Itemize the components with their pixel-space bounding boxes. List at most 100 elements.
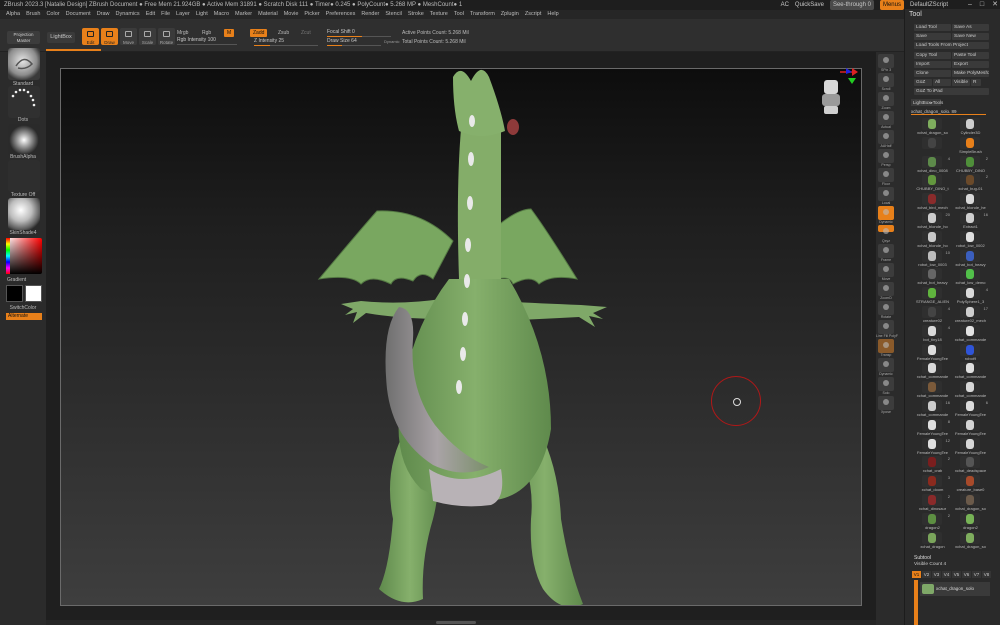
focal-shift-slider[interactable]: Focal Shift 0 <box>327 28 391 37</box>
tool-thumbnail[interactable]: xchat_commande <box>952 362 989 380</box>
tool-thumbnail[interactable]: Cylinder3D <box>952 118 989 136</box>
tool-thumbnail[interactable]: xchat_bird_mech <box>914 193 951 211</box>
dynamic-toggle[interactable]: Dynamic <box>384 39 400 44</box>
load-tools-from-project-button[interactable]: Load Tools From Project <box>914 42 989 50</box>
rgb-intensity-slider[interactable]: Rgb Intensity 100 <box>177 36 237 45</box>
menu-item-preferences[interactable]: Preferences <box>326 10 356 19</box>
menu-item-texture[interactable]: Texture <box>430 10 448 19</box>
tool-thumbnail[interactable]: xchat_blonde_ho <box>914 230 951 249</box>
actual-button[interactable] <box>878 111 894 125</box>
copy-tool-button[interactable]: Copy Tool <box>914 51 951 59</box>
tool-thumbnail[interactable]: robot9 <box>952 343 989 362</box>
menus-button[interactable]: Menus <box>879 0 904 10</box>
tool-thumbnail[interactable]: xchat_dinosaur 2 <box>914 494 951 512</box>
clone-button[interactable]: Clone <box>914 70 951 77</box>
tool-thumbnail[interactable]: xchat_dragon_so <box>914 118 951 136</box>
polyframe-button[interactable] <box>878 320 894 334</box>
switch-color-button[interactable]: SwitchColor <box>0 305 46 311</box>
paste-tool-button[interactable]: Paste Tool <box>952 51 989 59</box>
menu-item-brush[interactable]: Brush <box>26 10 40 19</box>
secondary-color-swatch[interactable] <box>6 285 23 302</box>
menu-item-stencil[interactable]: Stencil <box>385 10 402 19</box>
visible-button[interactable]: Visible <box>952 79 970 87</box>
dragon-model[interactable] <box>61 69 862 606</box>
visibility-set-v4[interactable]: V4 <box>942 571 951 578</box>
tool-thumbnail[interactable]: FemaleYoungTee 12 <box>914 437 951 456</box>
menu-item-layer[interactable]: Layer <box>176 10 190 19</box>
tool-thumbnail[interactable]: xchat_commande 16 <box>914 400 951 418</box>
all-button[interactable]: All <box>933 79 951 87</box>
menu-item-render[interactable]: Render <box>361 10 379 19</box>
tool-thumbnail[interactable] <box>914 136 951 155</box>
floor-button[interactable] <box>878 168 894 182</box>
stroke-thumbnail[interactable] <box>8 86 40 118</box>
subtool-scrollbar[interactable] <box>914 580 918 625</box>
menu-item-zscript[interactable]: Zscript <box>525 10 542 19</box>
tool-thumbnail[interactable]: robot_low_0003 10 <box>914 249 951 268</box>
zoomd-button[interactable] <box>878 282 894 296</box>
visibility-set-v5[interactable]: V5 <box>952 571 961 578</box>
visibility-set-v3[interactable]: V3 <box>932 571 941 578</box>
tool-thumbnail[interactable]: CHUBBY_DINO_t <box>914 174 951 192</box>
zoom-button[interactable] <box>878 92 894 106</box>
hue-strip[interactable] <box>6 238 10 274</box>
menu-item-macro[interactable]: Macro <box>214 10 229 19</box>
tool-thumbnail[interactable]: xchat_doom 3 <box>914 475 951 493</box>
tool-thumbnail[interactable]: dragon2 2 <box>914 512 951 531</box>
visibility-set-v8[interactable]: V8 <box>982 571 991 578</box>
menu-item-marker[interactable]: Marker <box>235 10 252 19</box>
menu-item-document[interactable]: Document <box>66 10 91 19</box>
menu-item-light[interactable]: Light <box>196 10 208 19</box>
menu-item-stroke[interactable]: Stroke <box>408 10 424 19</box>
visibility-set-v6[interactable]: V6 <box>962 571 971 578</box>
rotate-view-button[interactable] <box>878 301 894 315</box>
menu-item-zplugin[interactable]: Zplugin <box>501 10 519 19</box>
r-button[interactable]: R <box>971 79 981 87</box>
tool-thumbnail[interactable]: STRANGE_ALIEN <box>914 287 951 305</box>
menu-item-tool[interactable]: Tool <box>454 10 464 19</box>
quicksave-button[interactable]: QuickSave <box>795 0 824 10</box>
tool-thumbnail[interactable]: xchat_bug-01 2 <box>952 174 989 192</box>
tool-thumbnail[interactable]: xchat_crab 2 <box>914 456 951 474</box>
rotate-button[interactable]: Rotate <box>158 28 175 45</box>
tool-thumbnail[interactable]: xchat_commande <box>914 381 951 399</box>
tool-thumbnail[interactable]: FemaleYoungTee 6 <box>952 400 989 418</box>
tool-thumbnail[interactable]: xchat_commande <box>952 324 989 343</box>
transp-button[interactable] <box>878 339 894 353</box>
persp-button[interactable] <box>878 149 894 163</box>
tool-thumbnail[interactable]: FemaleYoungTee 8 <box>914 418 951 437</box>
frame-button[interactable] <box>878 244 894 258</box>
zadd-button[interactable]: Zadd <box>250 29 268 37</box>
visibility-set-v7[interactable]: V7 <box>972 571 981 578</box>
edit-button[interactable]: Edit <box>82 28 99 45</box>
scroll-button[interactable] <box>878 73 894 87</box>
save-as-button[interactable]: Save As <box>952 24 989 31</box>
save-new-button[interactable]: Save New <box>952 33 989 41</box>
dynamic-sub-button[interactable] <box>878 358 894 372</box>
menu-item-transform[interactable]: Transform <box>470 10 495 19</box>
primary-color-swatch[interactable] <box>25 285 42 302</box>
tool-thumbnail[interactable]: creature02 4 <box>914 306 951 324</box>
tool-thumbnail[interactable]: xchat_deadspace <box>952 456 989 474</box>
zsub-button[interactable]: Zsub <box>275 29 292 37</box>
tool-thumbnail[interactable]: xchat_dragon <box>914 531 951 550</box>
projection-master-button[interactable]: Projection Master <box>7 31 40 44</box>
tool-thumbnail[interactable]: xchat_bot_heavy <box>914 268 951 286</box>
draw-size-slider[interactable]: Draw Size 64 <box>327 37 381 46</box>
move-view-button[interactable] <box>878 263 894 277</box>
tool-thumbnail[interactable]: FemaleYoungTee <box>952 437 989 456</box>
menu-item-picker[interactable]: Picker <box>304 10 319 19</box>
visibility-set-v1[interactable]: V1 <box>912 571 921 578</box>
draw-button[interactable]: Draw <box>101 28 118 45</box>
import-button[interactable]: Import <box>914 60 951 68</box>
lightbox-tools-button[interactable]: LightBox▸Tools <box>911 99 943 106</box>
tool-thumbnail[interactable]: dragon2 <box>952 512 989 531</box>
tool-thumbnail[interactable]: xchat_dragon_so <box>952 531 989 550</box>
goz-button[interactable]: GoZ <box>914 79 932 87</box>
texture-thumbnail[interactable] <box>8 160 40 192</box>
goz-to-ipad-button[interactable]: GoZ To iPad <box>914 88 989 96</box>
menu-item-alpha[interactable]: Alpha <box>6 10 20 19</box>
tool-thumbnail[interactable]: SimpleBrush <box>952 136 989 155</box>
tool-thumbnail[interactable]: xchat_low_demo <box>952 268 989 286</box>
visibility-set-v2[interactable]: V2 <box>922 571 931 578</box>
